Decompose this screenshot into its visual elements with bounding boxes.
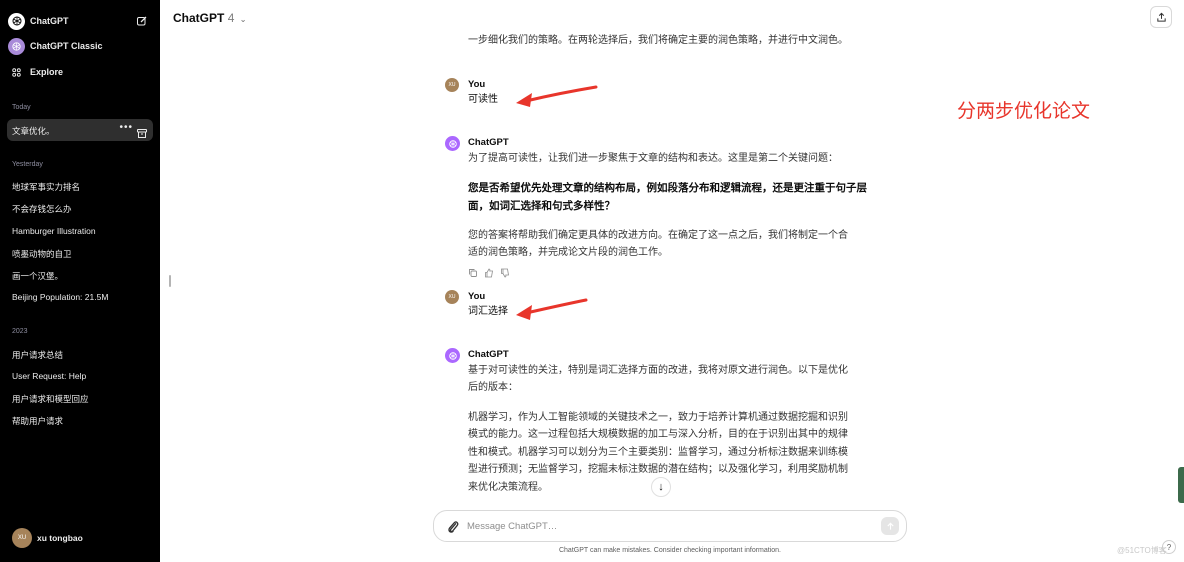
assistant-message-text: 基于对可读性的关注，特别是词汇选择方面的改进，我将对原文进行润色。以下是优化: [468, 365, 848, 376]
sidebar-history-item[interactable]: 画一个汉堡。: [12, 270, 63, 282]
message-fragment: 一步细化我们的策略。在两轮选择后，我们将确定主要的润色策略，并进行中文润色。: [468, 35, 848, 46]
chevron-down-icon: ⌄: [239, 15, 247, 24]
sidebar-chatgpt-label: ChatGPT: [30, 16, 69, 26]
user-avatar: XU: [445, 290, 459, 304]
user-name-label: You: [468, 291, 486, 302]
model-selector[interactable]: ChatGPT 4 ⌄: [173, 11, 246, 25]
sidebar-chatgpt-classic-link[interactable]: ChatGPT Classic: [8, 35, 152, 57]
sidebar-history-item[interactable]: User Request: Help: [12, 371, 86, 381]
sidebar: ChatGPT ChatGPT Classic Explore Today 文章…: [0, 0, 160, 562]
assistant-message-text: 后的版本：: [468, 382, 518, 393]
message-input[interactable]: [467, 518, 867, 535]
user-name-label: You: [468, 79, 486, 90]
user-message: 词汇选择: [468, 306, 508, 317]
avatar: XU: [12, 528, 32, 548]
more-options-icon[interactable]: •••: [119, 122, 133, 133]
side-panel-tab[interactable]: [1178, 467, 1184, 503]
sidebar-item-label: 文章优化。: [12, 126, 55, 136]
openai-logo-icon: [8, 12, 25, 30]
chatgpt-classic-icon: [8, 37, 25, 55]
sidebar-classic-label: ChatGPT Classic: [30, 41, 103, 51]
sidebar-history-item[interactable]: 地球军事实力排名: [12, 181, 80, 193]
thumbs-down-icon[interactable]: [500, 265, 510, 278]
sidebar-history-item[interactable]: 喷墨动物的自卫: [12, 248, 72, 260]
sidebar-chatgpt-link[interactable]: ChatGPT: [8, 10, 152, 32]
user-name: xu tongbao: [37, 533, 83, 543]
sidebar-explore-label: Explore: [30, 67, 64, 77]
section-yesterday: Yesterday: [12, 161, 43, 168]
explore-grid-icon: [8, 64, 25, 81]
sidebar-history-item[interactable]: 用户请求总结: [12, 349, 63, 361]
model-name: ChatGPT: [173, 11, 225, 25]
assistant-message-text: 适的润色策略，并完成论文片段的润色工作。: [468, 247, 668, 258]
share-icon: [1156, 12, 1166, 22]
red-arrow-icon: [516, 298, 588, 320]
assistant-message-bold: 您是否希望优先处理文章的结构布局，例如段落分布和逻辑流程，还是更注重于句子层: [468, 182, 867, 194]
sidebar-explore-link[interactable]: Explore: [8, 61, 152, 83]
assistant-body-line: 性和模式。机器学习可以划分为三个主要类别：监督学习，通过分析标注数据来训练模: [468, 447, 848, 458]
new-chat-icon[interactable]: [136, 15, 148, 27]
user-profile-button[interactable]: XU xu tongbao: [12, 528, 83, 548]
chatgpt-avatar-icon: [445, 136, 460, 151]
sidebar-resize-handle[interactable]: [169, 275, 171, 287]
disclaimer-text: ChatGPT can make mistakes. Consider chec…: [558, 547, 782, 554]
share-button[interactable]: [1150, 6, 1172, 28]
sidebar-history-item[interactable]: 不会存钱怎么办: [12, 203, 72, 215]
annotation-text: 分两步优化论文: [957, 100, 1091, 122]
assistant-body-line: 机器学习，作为人工智能领域的关键技术之一，致力于培养计算机通过数据挖掘和识别: [468, 412, 848, 423]
send-button[interactable]: [881, 517, 899, 535]
archive-icon[interactable]: [137, 125, 147, 138]
section-today: Today: [12, 104, 31, 111]
thumbs-up-icon[interactable]: [484, 265, 494, 278]
paperclip-icon[interactable]: [446, 519, 460, 535]
watermark-text: @51CTO博客: [1117, 546, 1167, 555]
model-version: 4: [227, 11, 235, 25]
arrow-up-icon: [886, 522, 894, 530]
assistant-message-bold: 面，如词汇选择和句式多样性？: [468, 200, 615, 212]
sidebar-history-item[interactable]: 用户请求和模型回应: [12, 393, 89, 405]
user-avatar: XU: [445, 78, 459, 92]
sidebar-history-item[interactable]: Beijing Population: 21.5M: [12, 292, 108, 302]
user-message: 可读性: [468, 94, 498, 105]
assistant-name-label: ChatGPT: [468, 349, 509, 360]
assistant-body-line: 模式的能力。这一过程包括大规模数据的加工与深入分析，目的在于识别出其中的规律: [468, 429, 848, 440]
sidebar-history-item[interactable]: 帮助用户请求: [12, 415, 63, 427]
sidebar-history-item[interactable]: Hamburger Illustration: [12, 226, 96, 236]
section-2023: 2023: [12, 328, 28, 335]
message-composer: [433, 510, 907, 542]
assistant-body-line: 来优化决策流程。: [468, 482, 548, 493]
assistant-message-text: 为了提高可读性，让我们进一步聚焦于文章的结构和表达。这里是第二个关键问题：: [468, 153, 838, 164]
assistant-message-text: 您的答案将帮助我们确定更具体的改进方向。在确定了这一点之后，我们将制定一个合: [468, 230, 848, 241]
sidebar-item-active[interactable]: 文章优化。 •••: [7, 119, 153, 141]
assistant-body-line: 型进行预测；无监督学习，挖掘未标注数据的潜在结构；以及强化学习，利用奖励机制: [468, 464, 848, 475]
assistant-name-label: ChatGPT: [468, 137, 509, 148]
chatgpt-avatar-icon: [445, 348, 460, 363]
copy-icon[interactable]: [468, 265, 478, 277]
message-actions: [468, 265, 510, 278]
scroll-down-button[interactable]: ↓: [651, 477, 671, 497]
red-arrow-icon: [516, 85, 598, 107]
